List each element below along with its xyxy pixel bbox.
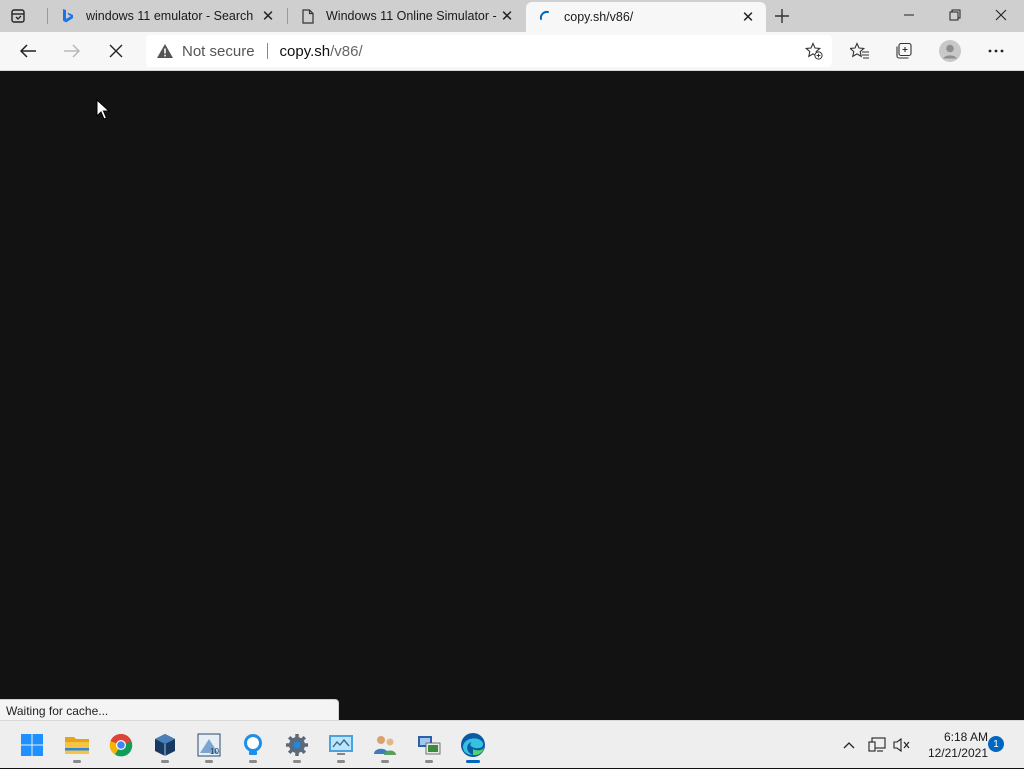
tab-title: windows 11 emulator - Search <box>86 9 254 23</box>
svg-text:10: 10 <box>210 747 219 756</box>
favorites-icon[interactable] <box>845 37 875 65</box>
control-panel-button[interactable] <box>321 725 361 765</box>
close-window-icon[interactable] <box>978 0 1024 30</box>
clock-time: 6:18 AM <box>943 730 988 744</box>
tab-strip: windows 11 emulator - Search ✕ Windows 1… <box>0 0 1024 32</box>
new-tab-icon[interactable] <box>770 4 794 28</box>
start-button[interactable] <box>12 725 52 765</box>
tab-copy-sh[interactable]: copy.sh/v86/ ✕ <box>526 2 766 32</box>
show-hidden-icons-chevron-up-icon[interactable] <box>838 721 860 769</box>
running-indicator <box>425 760 433 763</box>
clock[interactable]: 6:18 AM 12/21/2021 <box>918 729 988 761</box>
notification-badge[interactable]: 1 <box>988 736 1004 752</box>
running-indicator <box>205 760 213 763</box>
address-bar[interactable]: Not secure copy.sh/v86/ <box>146 35 832 67</box>
running-indicator <box>73 760 81 763</box>
loading-spinner-icon <box>538 9 554 25</box>
running-indicator <box>381 760 389 763</box>
close-tab-icon[interactable]: ✕ <box>738 7 758 27</box>
file-explorer-button[interactable] <box>57 725 97 765</box>
settings-button[interactable] <box>277 725 317 765</box>
network-app-icon <box>418 736 441 755</box>
lightbulb-icon <box>244 734 262 755</box>
virtualbox-button[interactable] <box>145 725 185 765</box>
virtualbox-icon <box>155 734 175 756</box>
taskbar: 10 6:18 AM 12/21/2021 <box>0 720 1024 768</box>
start-icon <box>21 734 43 756</box>
network-icon[interactable] <box>866 721 888 769</box>
mouse-cursor-icon <box>96 98 111 121</box>
active-indicator <box>466 760 480 763</box>
running-indicator <box>337 760 345 763</box>
bing-icon <box>60 8 76 24</box>
running-indicator <box>293 760 301 763</box>
collections-icon[interactable] <box>889 37 919 65</box>
page-content[interactable] <box>0 71 1024 720</box>
edge-icon <box>461 733 485 757</box>
page-icon <box>300 8 316 24</box>
add-favorite-icon[interactable] <box>804 41 824 61</box>
warning-icon[interactable] <box>156 42 174 60</box>
status-bar: Waiting for cache... <box>0 699 339 720</box>
profile-avatar[interactable] <box>935 37 965 65</box>
url-host: copy.sh <box>279 42 331 60</box>
minimize-icon[interactable] <box>886 0 932 30</box>
lightbulb-button[interactable] <box>233 725 273 765</box>
clock-date: 12/21/2021 <box>927 746 988 760</box>
settings-gear-icon <box>286 734 308 756</box>
url-path: /v86/ <box>330 42 363 60</box>
users-button[interactable] <box>365 725 405 765</box>
chrome-icon <box>109 733 133 757</box>
volume-muted-icon[interactable] <box>891 721 913 769</box>
running-indicator <box>161 760 169 763</box>
tab-title: Windows 11 Online Simulator - T <box>326 9 497 23</box>
address-divider <box>266 43 268 59</box>
network-app-button[interactable] <box>409 725 449 765</box>
file-explorer-icon <box>65 737 89 754</box>
tab-simulator[interactable]: Windows 11 Online Simulator - T ✕ <box>288 0 525 32</box>
control-panel-icon <box>329 735 353 755</box>
close-tab-icon[interactable]: ✕ <box>258 6 278 26</box>
stop-loading-button[interactable] <box>101 37 131 65</box>
chrome-button[interactable] <box>101 725 141 765</box>
tab-bing-search[interactable]: windows 11 emulator - Search ✕ <box>48 0 286 32</box>
security-label[interactable]: Not secure <box>182 43 255 60</box>
win10-app-icon: 10 <box>197 733 221 757</box>
restore-icon[interactable] <box>932 0 978 30</box>
win10-app-button[interactable]: 10 <box>189 725 229 765</box>
running-indicator <box>249 760 257 763</box>
tab-title: copy.sh/v86/ <box>564 10 634 24</box>
more-menu-icon[interactable] <box>981 37 1011 65</box>
edge-button[interactable] <box>453 725 493 765</box>
tab-actions-icon[interactable] <box>8 7 28 25</box>
close-tab-icon[interactable]: ✕ <box>497 6 517 26</box>
forward-button[interactable] <box>57 37 87 65</box>
users-icon <box>374 736 396 755</box>
back-button[interactable] <box>13 37 43 65</box>
browser-toolbar: Not secure copy.sh/v86/ <box>0 32 1024 71</box>
